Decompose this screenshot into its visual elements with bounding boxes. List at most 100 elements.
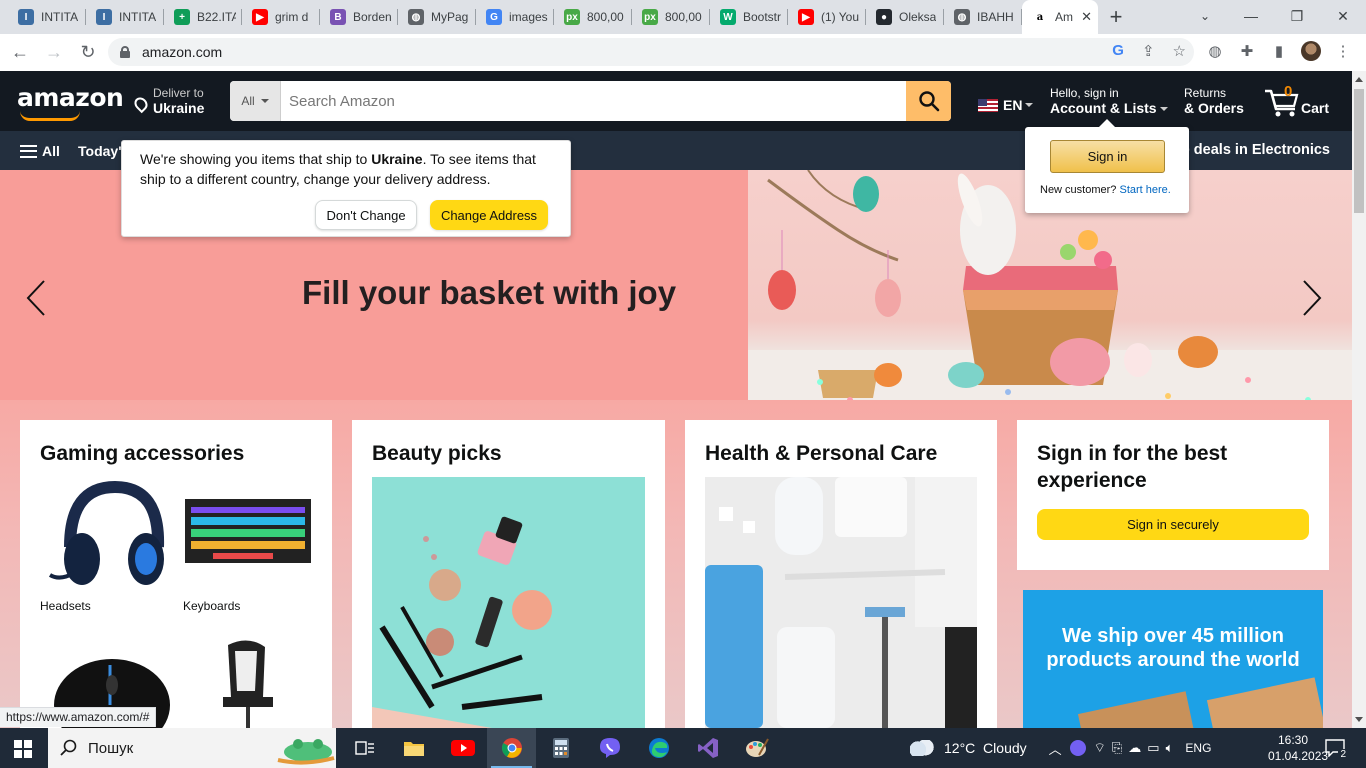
visual-studio-icon[interactable] xyxy=(683,728,732,768)
card-title[interactable]: Gaming accessories xyxy=(40,440,244,467)
headsets-tile[interactable]: Headsets xyxy=(40,477,170,613)
forward-icon[interactable]: → xyxy=(38,37,70,69)
change-address-button[interactable]: Change Address xyxy=(430,200,548,230)
input-language-indicator[interactable]: ENG xyxy=(1185,741,1211,755)
card-title[interactable]: Health & Personal Care xyxy=(705,440,937,467)
taskbar-search[interactable]: Пошук xyxy=(48,728,336,768)
file-explorer-icon[interactable] xyxy=(389,728,438,768)
scroll-down-icon[interactable] xyxy=(1355,717,1363,722)
paint-app-icon[interactable] xyxy=(732,728,781,768)
viber-app-icon[interactable] xyxy=(585,728,634,768)
vpn-globe-icon[interactable]: ◍ xyxy=(1205,41,1225,61)
scrollbar-thumb[interactable] xyxy=(1354,89,1364,213)
tab-3[interactable]: ▶ grim d xyxy=(242,0,320,34)
ship-worldwide-banner[interactable]: We ship over 45 million products around … xyxy=(1023,590,1323,728)
tab-6[interactable]: Gimages xyxy=(476,0,554,34)
amazon-logo-smile xyxy=(20,111,80,121)
new-tab-button[interactable]: + xyxy=(1098,0,1134,34)
taskbar-clock[interactable]: 16:30 01.04.2023 xyxy=(1268,732,1328,764)
sign-in-button[interactable]: Sign in xyxy=(1050,140,1165,173)
scroll-up-icon[interactable] xyxy=(1355,77,1363,82)
tab-11[interactable]: ● Oleksa xyxy=(866,0,944,34)
profile-avatar[interactable] xyxy=(1301,41,1321,61)
language-selector[interactable]: EN xyxy=(978,97,1034,113)
windows-start-icon[interactable] xyxy=(14,740,32,758)
account-lists[interactable]: Hello, sign in Account & Lists xyxy=(1050,86,1168,116)
beauty-products-image[interactable] xyxy=(372,477,645,728)
cart-icon xyxy=(1265,89,1299,117)
google-translate-icon[interactable]: G xyxy=(1112,42,1124,60)
side-panel-icon[interactable]: ▮ xyxy=(1269,41,1289,61)
minimize-icon[interactable]: — xyxy=(1228,0,1274,32)
tab-8[interactable]: px 800,00 xyxy=(632,0,710,34)
tab-amazon-active[interactable]: a Am ✕ xyxy=(1022,0,1098,34)
extensions-puzzle-icon[interactable]: ✚ xyxy=(1237,41,1257,61)
tab-12[interactable]: ◍ IBAHH xyxy=(944,0,1022,34)
amazon-icon: a xyxy=(1032,9,1048,25)
tab-7[interactable]: px 800,00 xyxy=(554,0,632,34)
tab-search-icon[interactable]: ⌄ xyxy=(1192,0,1218,32)
sign-in-securely-button[interactable]: Sign in securely xyxy=(1037,509,1309,540)
returns-orders[interactable]: Returns & Orders xyxy=(1184,86,1244,116)
carousel-prev-icon[interactable] xyxy=(24,278,48,318)
notification-count: 2 xyxy=(1338,749,1348,760)
page-scrollbar[interactable] xyxy=(1352,71,1366,728)
gaming-accessories-card: Gaming accessories Headsets Keyboards xyxy=(20,420,332,751)
battery-icon[interactable]: ▭ xyxy=(1147,740,1159,756)
network-icon[interactable]: ⌔ xyxy=(1094,740,1106,756)
search-button[interactable] xyxy=(906,81,951,121)
search-category-dropdown[interactable]: All xyxy=(230,81,281,121)
card-title[interactable]: Beauty picks xyxy=(372,440,502,467)
dont-change-button[interactable]: Don't Change xyxy=(315,200,417,230)
back-icon[interactable]: ← xyxy=(4,37,36,69)
usb-icon[interactable]: ⎘ xyxy=(1112,740,1122,756)
carousel-next-icon[interactable] xyxy=(1300,278,1324,318)
amazon-logo[interactable]: amazon xyxy=(17,83,124,112)
sign-in-flyout: Sign in New customer? Start here. xyxy=(1025,119,1189,213)
bookmark-star-icon[interactable]: ☆ xyxy=(1173,42,1186,60)
tab-2[interactable]: + B22.ITA xyxy=(164,0,242,34)
all-menu-button[interactable]: All xyxy=(20,143,60,159)
pixabay-icon: px xyxy=(564,9,580,25)
notification-center-icon[interactable]: 2 xyxy=(1324,738,1348,760)
tab-0[interactable]: I INTITA xyxy=(8,0,86,34)
cloud-offline-icon[interactable]: ☁ xyxy=(1128,740,1141,756)
tab-title: Am xyxy=(1055,10,1073,24)
tab-list: I INTITA I INTITA + B22.ITA ▶ grim d B Borden ◍ MyP… xyxy=(0,0,1022,34)
calculator-app-icon[interactable] xyxy=(536,728,585,768)
weather-cloud-icon[interactable] xyxy=(910,740,936,756)
reload-icon[interactable]: ↻ xyxy=(72,37,104,69)
keyboards-tile[interactable]: Keyboards xyxy=(183,477,313,613)
chevron-down-icon xyxy=(260,99,269,103)
tab-title: Oleksa xyxy=(899,10,937,24)
tab-1[interactable]: I INTITA xyxy=(86,0,164,34)
electronics-deals-link[interactable]: p deals in Electronics xyxy=(1181,142,1330,158)
health-products-image[interactable] xyxy=(705,477,977,728)
edge-app-icon[interactable] xyxy=(634,728,683,768)
menu-kebab-icon[interactable]: ⋮ xyxy=(1333,41,1353,61)
share-icon[interactable]: ⇪ xyxy=(1142,42,1155,60)
search-input[interactable] xyxy=(281,81,906,121)
maximize-icon[interactable]: ❐ xyxy=(1274,0,1320,32)
account-label: Account & Lists xyxy=(1050,100,1168,116)
start-here-link[interactable]: Start here. xyxy=(1119,184,1170,196)
extensions-area: ◍ ✚ ▮ ⋮ xyxy=(1205,41,1353,61)
deliver-label: Deliver to xyxy=(153,86,204,100)
viber-tray-icon[interactable] xyxy=(1069,740,1086,756)
tab-9[interactable]: W Bootstr xyxy=(710,0,788,34)
youtube-app-icon[interactable] xyxy=(438,728,487,768)
cart-button[interactable]: 0 Cart xyxy=(1263,83,1333,119)
close-window-icon[interactable]: ✕ xyxy=(1320,0,1366,32)
tab-10[interactable]: ▶ (1) You xyxy=(788,0,866,34)
address-bar[interactable]: amazon.com G ⇪ ☆ xyxy=(108,38,1194,66)
close-tab-icon[interactable]: ✕ xyxy=(1081,9,1092,25)
weather-text[interactable]: 12°C Cloudy xyxy=(944,740,1027,756)
chrome-app-icon[interactable] xyxy=(487,728,536,768)
show-hidden-icons-chevron[interactable]: ︿ xyxy=(1049,739,1062,758)
tab-4[interactable]: B Borden xyxy=(320,0,398,34)
bootstrap-icon: B xyxy=(330,9,346,25)
lock-icon[interactable] xyxy=(120,46,130,58)
volume-muted-icon[interactable]: 🔈︎ xyxy=(1166,740,1174,756)
task-view-icon[interactable] xyxy=(340,728,389,768)
tab-5[interactable]: ◍ MyPag xyxy=(398,0,476,34)
